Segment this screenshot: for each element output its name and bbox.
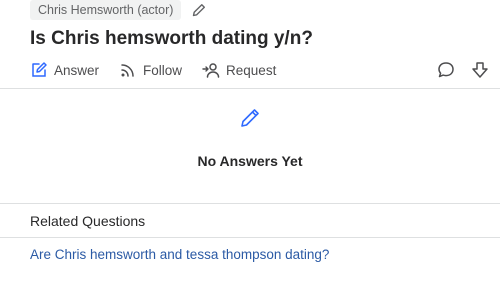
action-bar: Answer Follow Request xyxy=(30,58,490,82)
action-bar-right xyxy=(422,60,490,80)
divider xyxy=(0,203,500,204)
request-icon xyxy=(202,61,220,79)
empty-answers-state: No Answers Yet xyxy=(0,106,500,169)
follow-icon xyxy=(119,61,137,79)
follow-button[interactable]: Follow xyxy=(119,61,182,79)
request-button[interactable]: Request xyxy=(202,61,276,79)
pencil-icon[interactable] xyxy=(191,2,207,18)
question-title: Is Chris hemsworth dating y/n? xyxy=(30,28,313,49)
edit-icon xyxy=(30,61,48,79)
downvote-icon[interactable] xyxy=(470,60,490,80)
question-page: Chris Hemsworth (actor) Is Chris hemswor… xyxy=(0,0,500,282)
topic-chip[interactable]: Chris Hemsworth (actor) xyxy=(30,0,182,20)
answer-label: Answer xyxy=(54,62,100,78)
related-question-link[interactable]: Are Chris hemsworth and tessa thompson d… xyxy=(30,247,329,262)
related-questions-heading: Related Questions xyxy=(30,213,146,229)
divider xyxy=(0,237,500,238)
divider xyxy=(0,88,500,89)
pencil-icon xyxy=(238,106,262,130)
follow-label: Follow xyxy=(143,62,183,78)
request-label: Request xyxy=(226,62,277,78)
answer-button[interactable]: Answer xyxy=(30,61,99,79)
comment-icon[interactable] xyxy=(436,60,456,80)
topic-row: Chris Hemsworth (actor) xyxy=(30,0,207,20)
no-answers-text: No Answers Yet xyxy=(197,153,303,169)
